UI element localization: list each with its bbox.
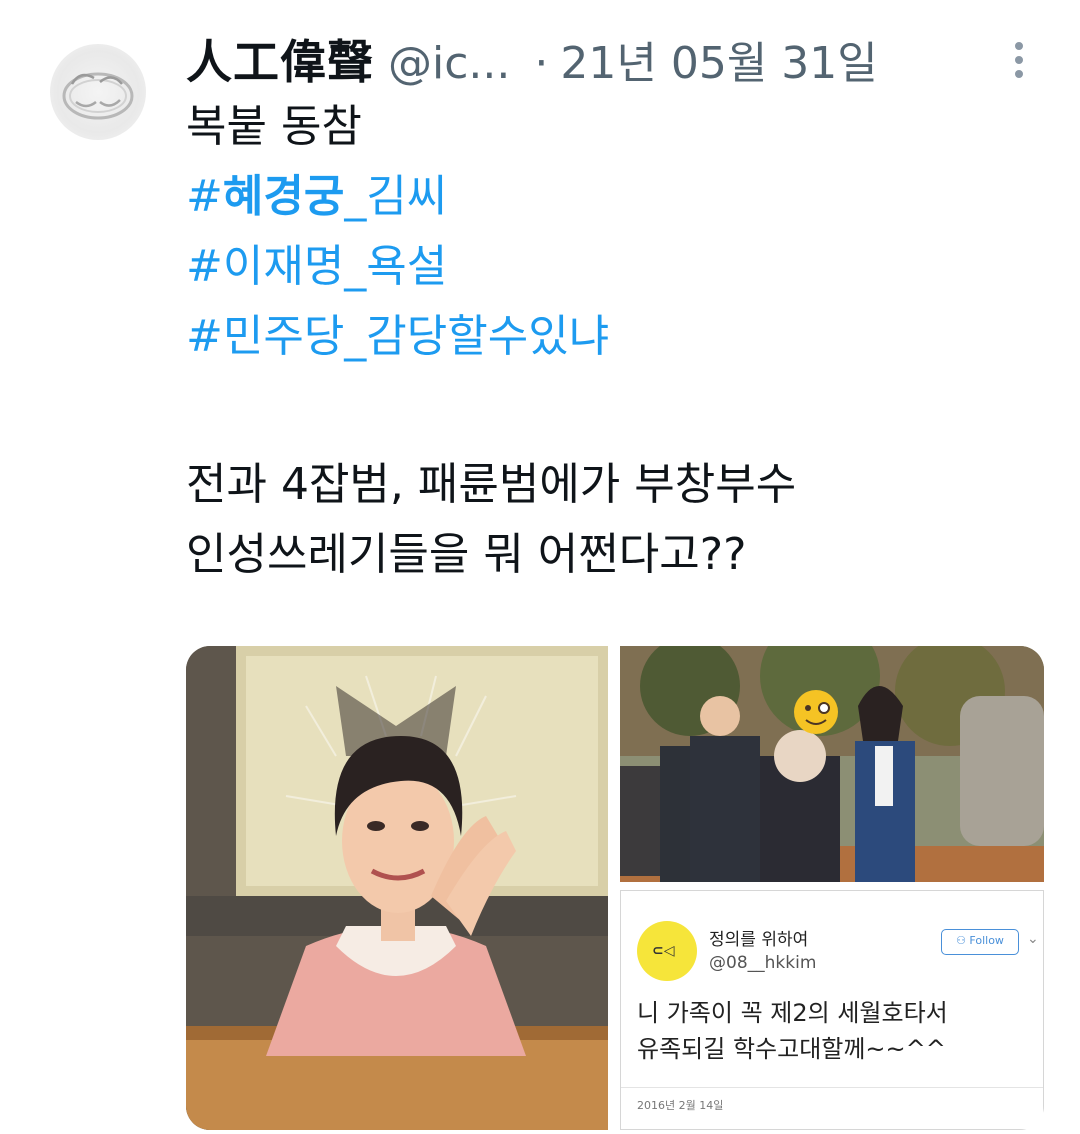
hashtag-bold-text: 혜경궁 (222, 171, 345, 222)
card-follow-button: ⚇ Follow (941, 929, 1019, 955)
user-avatar[interactable] (50, 44, 146, 140)
hashtag-link-ijaemyeong[interactable]: #이재명_욕설 (186, 232, 1046, 302)
card-follow-label: Follow (969, 934, 1004, 947)
embedded-tweet-screenshot[interactable]: ⊂◁ 정의를 위하여 @08__hkkim ⚇ Follow ⌄ 니 가족이 꼭… (620, 890, 1044, 1130)
card-divider (621, 1087, 1043, 1088)
hashtag-link-hyegyeonggung[interactable]: #혜경궁_김씨 (186, 162, 1046, 232)
graduation-illustration (620, 646, 1044, 882)
chevron-down-icon: ⌄ (1027, 931, 1039, 947)
tweet-line: 전과 4잡범, 패륜범에가 부창부수 (186, 459, 797, 510)
separator-dot: · (534, 38, 549, 89)
card-body-line: 니 가족이 꼭 제2의 세월호타서 (637, 999, 948, 1027)
tweet-date[interactable]: 21년 05월 31일 (560, 27, 877, 91)
hashtag-rest-text: _김씨 (344, 171, 448, 222)
hashtag-link-minjudang[interactable]: #민주당_감당할수있냐 (186, 302, 1046, 372)
more-vertical-icon[interactable] (1006, 38, 1032, 82)
photo-woman-portrait[interactable] (186, 646, 608, 1130)
tweet-text: 복붙 동참 #혜경궁_김씨 #이재명_욕설 #민주당_감당할수있냐 전과 4잡범… (186, 92, 1046, 590)
ring-avatar-image (62, 72, 134, 120)
card-avatar: ⊂◁ (637, 921, 697, 981)
card-body-line: 유족되길 학수고대할께~~^^ (637, 1035, 946, 1063)
user-handle[interactable]: @ic... (388, 38, 510, 89)
card-handle: @08__hkkim (709, 953, 817, 973)
card-display-name: 정의를 위하여 (709, 930, 809, 950)
card-logo-mark: ⊂◁ (652, 943, 675, 959)
tweet-header: 人工偉聲 @ic... · 21년 05월 31일 (186, 26, 878, 89)
portrait-illustration (186, 646, 608, 1130)
tweet-line: 인성쓰레기들을 뭐 어쩐다고?? (186, 529, 747, 580)
card-body: 니 가족이 꼭 제2의 세월호타서 유족되길 학수고대할께~~^^ (637, 995, 948, 1067)
display-name[interactable]: 人工偉聲 (186, 26, 374, 92)
hashtag-symbol: # (186, 171, 223, 222)
tweet-line: 복붙 동참 (186, 101, 362, 152)
follow-user-icon: ⚇ (956, 934, 970, 947)
card-date: 2016년 2월 14일 (637, 1099, 724, 1112)
photo-family-graduation[interactable] (620, 646, 1044, 882)
media-grid: ⊂◁ 정의를 위하여 @08__hkkim ⚇ Follow ⌄ 니 가족이 꼭… (186, 646, 1044, 1130)
